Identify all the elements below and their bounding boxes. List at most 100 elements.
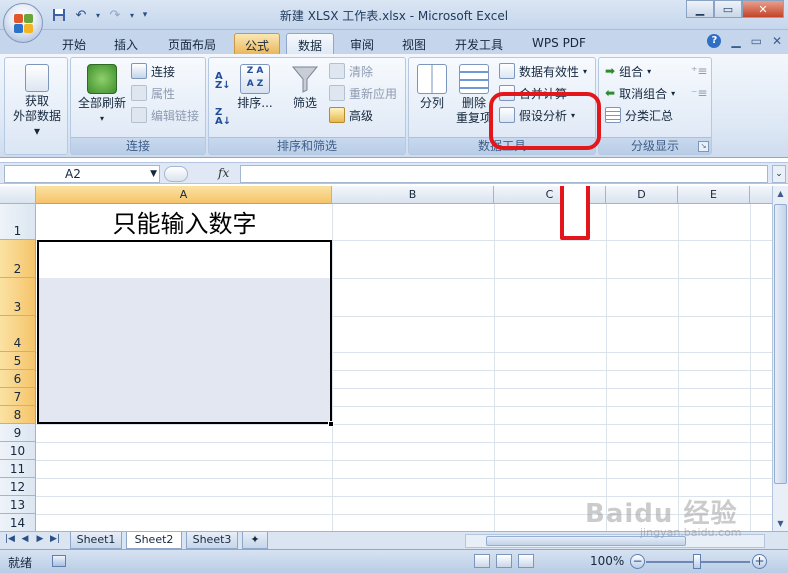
- window-title: 新建 XLSX 工作表.xlsx - Microsoft Excel: [279, 9, 509, 23]
- row-header[interactable]: 4: [0, 316, 36, 352]
- view-buttons: [474, 554, 534, 568]
- advanced-filter-button[interactable]: 高级: [329, 106, 373, 124]
- filter-button[interactable]: 筛选: [283, 64, 327, 111]
- first-sheet-icon[interactable]: |◀: [4, 534, 16, 544]
- row-header[interactable]: 10: [0, 442, 36, 460]
- group-label-connections: 连接: [71, 137, 205, 154]
- tab-insert[interactable]: 插入: [104, 33, 148, 54]
- scroll-up-icon[interactable]: ▲: [774, 186, 787, 201]
- insert-function-icon[interactable]: fx: [218, 166, 229, 180]
- sort-asc-button[interactable]: A Z↓: [215, 72, 231, 91]
- office-button[interactable]: [3, 3, 43, 43]
- tab-wps-pdf[interactable]: WPS PDF: [524, 33, 594, 54]
- active-cell-a2[interactable]: [39, 242, 330, 278]
- chevron-down-icon[interactable]: ▼: [150, 166, 157, 182]
- next-sheet-icon[interactable]: ▶: [34, 534, 46, 544]
- worksheet-grid[interactable]: A B C D E 1 2 3 4 5 6 7 8 9 10 11 12 13 …: [0, 186, 772, 531]
- ribbon-restore-icon[interactable]: ▭: [751, 34, 762, 48]
- formula-toggle-icon[interactable]: [164, 166, 188, 182]
- ungroup-button[interactable]: ⬅ 取消组合 ▾: [605, 84, 675, 102]
- sheet-tab-2[interactable]: Sheet2: [126, 532, 182, 549]
- formula-bar: A2 ▼ fx ⌄: [0, 162, 788, 184]
- name-box[interactable]: A2 ▼: [4, 165, 160, 183]
- column-header-f[interactable]: [750, 186, 772, 204]
- scroll-down-icon[interactable]: ▼: [774, 516, 787, 531]
- ribbon-minimize-icon[interactable]: ▁: [731, 34, 740, 48]
- tab-review[interactable]: 审阅: [340, 33, 384, 54]
- prev-sheet-icon[interactable]: ◀: [19, 534, 31, 544]
- reapply-icon: [329, 85, 345, 101]
- row-header[interactable]: 11: [0, 460, 36, 478]
- formula-input[interactable]: [240, 165, 768, 183]
- row-header[interactable]: 8: [0, 406, 36, 424]
- sort-desc-button[interactable]: Z A↓: [215, 107, 232, 127]
- row-header[interactable]: 7: [0, 388, 36, 406]
- vertical-scroll-thumb[interactable]: [774, 204, 787, 484]
- tab-data[interactable]: 数据: [286, 33, 334, 54]
- ribbon-close-icon[interactable]: ✕: [772, 34, 782, 48]
- reapply-button[interactable]: 重新应用: [329, 84, 397, 102]
- row-header[interactable]: 5: [0, 352, 36, 370]
- row-header[interactable]: 14: [0, 514, 36, 531]
- status-bar: 就绪 100% − +: [0, 549, 788, 573]
- macro-record-icon[interactable]: [52, 555, 66, 567]
- last-sheet-icon[interactable]: ▶|: [49, 534, 61, 544]
- help-icon[interactable]: ?: [707, 34, 722, 48]
- column-header-d[interactable]: D: [606, 186, 678, 204]
- row-header[interactable]: 12: [0, 478, 36, 496]
- page-break-view-icon[interactable]: [518, 554, 534, 568]
- zoom-level[interactable]: 100%: [590, 554, 624, 568]
- dialog-launcher-icon[interactable]: ↘: [698, 141, 709, 152]
- window-controls: ▁ ▭ ✕: [686, 0, 784, 18]
- tab-home[interactable]: 开始: [52, 33, 96, 54]
- zoom-in-button[interactable]: +: [752, 554, 767, 569]
- sort-za-icon: Z A↓: [215, 107, 232, 127]
- column-header-e[interactable]: E: [678, 186, 750, 204]
- tab-page-layout[interactable]: 页面布局: [158, 33, 226, 54]
- column-header-b[interactable]: B: [332, 186, 494, 204]
- ungroup-arrow-icon: ⬅: [605, 86, 616, 100]
- row-header[interactable]: 9: [0, 424, 36, 442]
- edit-links-button[interactable]: 编辑链接: [131, 106, 199, 124]
- insert-sheet-icon[interactable]: ✦: [242, 532, 268, 549]
- sort-button[interactable]: Z AA Z 排序...: [235, 64, 275, 111]
- close-button[interactable]: ✕: [742, 0, 784, 18]
- refresh-all-button[interactable]: 全部刷新 ▾: [73, 64, 131, 126]
- group-button[interactable]: ➡ 组合 ▾: [605, 62, 651, 80]
- vertical-scrollbar[interactable]: ▲ ▼: [772, 186, 788, 531]
- row-header[interactable]: 13: [0, 496, 36, 514]
- get-external-data-button[interactable]: 获取 外部数据 ▾: [9, 64, 65, 139]
- sheet-tab-1[interactable]: Sheet1: [70, 532, 122, 549]
- text-to-columns-button[interactable]: 分列: [413, 64, 451, 111]
- restore-button[interactable]: ▭: [714, 0, 742, 18]
- gridline: [750, 204, 751, 531]
- tab-view[interactable]: 视图: [392, 33, 436, 54]
- formula-expand-icon[interactable]: ⌄: [772, 165, 786, 183]
- properties-button[interactable]: 属性: [131, 84, 175, 102]
- fill-handle[interactable]: [328, 421, 334, 427]
- page-layout-view-icon[interactable]: [496, 554, 512, 568]
- sheet-tab-3[interactable]: Sheet3: [186, 532, 238, 549]
- tab-developer[interactable]: 开发工具: [446, 33, 512, 54]
- row-header[interactable]: 1: [0, 204, 36, 240]
- normal-view-icon[interactable]: [474, 554, 490, 568]
- subtotal-button[interactable]: 分类汇总: [605, 106, 673, 124]
- zoom-out-button[interactable]: −: [630, 554, 645, 569]
- filter-label: 筛选: [292, 96, 317, 110]
- tab-formulas[interactable]: 公式: [234, 33, 280, 54]
- hide-detail-icon[interactable]: ⁻≡: [691, 84, 707, 102]
- connections-button[interactable]: 连接: [131, 62, 175, 80]
- minimize-button[interactable]: ▁: [686, 0, 714, 18]
- column-header-a[interactable]: A: [36, 186, 332, 204]
- row-header[interactable]: 3: [0, 278, 36, 316]
- data-validation-button[interactable]: 数据有效性 ▾: [499, 62, 587, 80]
- text-to-columns-icon: [417, 64, 447, 94]
- row-header[interactable]: 6: [0, 370, 36, 388]
- clear-button[interactable]: 清除: [329, 62, 373, 80]
- select-all-corner[interactable]: [0, 186, 36, 204]
- cell-a1[interactable]: 只能输入数字: [37, 204, 332, 240]
- chevron-down-icon: ▾: [671, 88, 676, 98]
- show-detail-icon[interactable]: ⁺≡: [691, 62, 707, 80]
- row-header[interactable]: 2: [0, 240, 36, 278]
- zoom-slider-thumb[interactable]: [693, 554, 701, 569]
